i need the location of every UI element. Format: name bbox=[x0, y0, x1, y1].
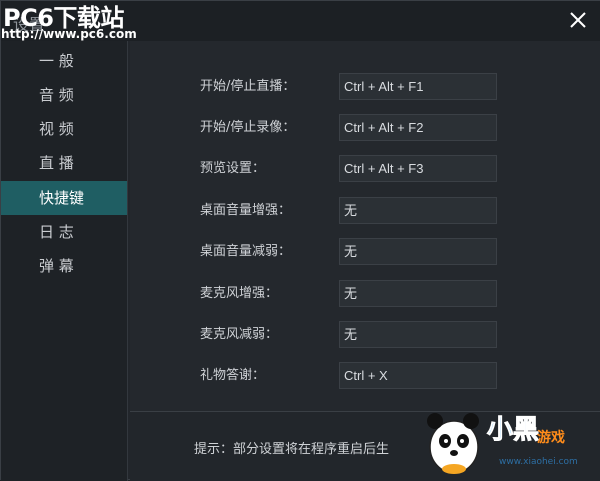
title-bar: 设置 PC6下载站 http://www.pc6.com bbox=[1, 1, 600, 41]
hotkey-settings-panel: 开始/停止直播： Ctrl + Alt + F1 开始/停止录像： Ctrl +… bbox=[130, 41, 600, 411]
hotkey-field-gift-thanks[interactable]: Ctrl + X bbox=[339, 362, 497, 389]
hotkey-field-desktop-volume-up[interactable]: 无 bbox=[339, 197, 497, 224]
close-button[interactable] bbox=[567, 9, 589, 31]
hotkey-field-mic-volume-down[interactable]: 无 bbox=[339, 321, 497, 348]
logo-main-text: 小黑 bbox=[486, 415, 540, 446]
hotkey-label-start-stop-live: 开始/停止直播： bbox=[200, 79, 296, 94]
hotkey-field-start-stop-live[interactable]: Ctrl + Alt + F1 bbox=[339, 73, 497, 100]
sidebar: 一 般 音 频 视 频 直 播 快捷键 日 志 弹 幕 bbox=[1, 41, 128, 481]
hotkey-label-mic-volume-up: 麦克风增强： bbox=[200, 286, 279, 301]
hotkey-label-start-stop-record: 开始/停止录像： bbox=[200, 120, 296, 135]
settings-window: 设置 PC6下载站 http://www.pc6.com 一 般 音 频 视 频… bbox=[0, 0, 600, 481]
site-logo-watermark: 小黑 游戏 www.xiaohei.com bbox=[417, 403, 597, 477]
hotkey-label-gift-thanks: 礼物答谢： bbox=[200, 368, 266, 383]
panda-icon bbox=[427, 413, 479, 474]
hotkey-label-desktop-volume-up: 桌面音量增强： bbox=[200, 203, 292, 218]
sidebar-item-general[interactable]: 一 般 bbox=[1, 44, 127, 78]
hotkey-field-preview-settings[interactable]: Ctrl + Alt + F3 bbox=[339, 155, 497, 182]
watermark-url: http://www.pc6.com bbox=[1, 27, 137, 41]
logo-url-text: www.xiaohei.com bbox=[499, 457, 578, 467]
hotkey-label-desktop-volume-down: 桌面音量减弱： bbox=[200, 244, 292, 259]
close-icon bbox=[570, 12, 586, 28]
sidebar-item-log[interactable]: 日 志 bbox=[1, 215, 127, 249]
hotkey-field-mic-volume-up[interactable]: 无 bbox=[339, 280, 497, 307]
hotkey-label-preview-settings: 预览设置： bbox=[200, 161, 266, 176]
hotkey-field-desktop-volume-down[interactable]: 无 bbox=[339, 238, 497, 265]
sidebar-item-hotkeys[interactable]: 快捷键 bbox=[1, 181, 127, 215]
sidebar-item-video[interactable]: 视 频 bbox=[1, 112, 127, 146]
sidebar-item-audio[interactable]: 音 频 bbox=[1, 78, 127, 112]
sidebar-item-danmaku[interactable]: 弹 幕 bbox=[1, 249, 127, 283]
restart-hint: 提示：部分设置将在程序重启后生 bbox=[194, 442, 390, 457]
hotkey-field-start-stop-record[interactable]: Ctrl + Alt + F2 bbox=[339, 114, 497, 141]
sidebar-item-live[interactable]: 直 播 bbox=[1, 146, 127, 180]
logo-sub-text: 游戏 bbox=[537, 430, 565, 446]
hotkey-label-mic-volume-down: 麦克风减弱： bbox=[200, 327, 279, 342]
